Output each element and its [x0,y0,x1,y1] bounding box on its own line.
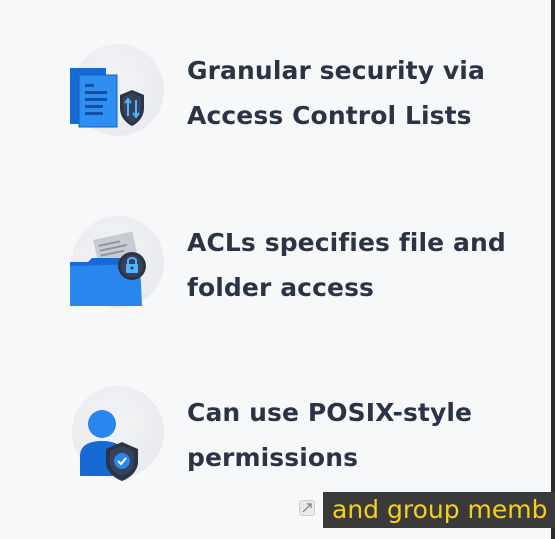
window-edge [551,0,555,539]
document-shield-icon [68,44,164,140]
caption-bar: and group memb [323,492,555,528]
expand-icon [302,503,312,513]
expand-button[interactable] [299,500,315,516]
caption-text: and group memb [332,495,548,524]
feature-row-posix-permissions: Can use POSIX-style permissions [68,386,538,482]
slide: Granular security via Access Control Lis… [0,0,551,539]
feature-text: Granular security via Access Control Lis… [187,56,485,130]
feature-row-file-folder-access: ACLs specifies file and folder access [68,216,538,312]
feature-row-access-control-lists: Granular security via Access Control Lis… [68,44,538,140]
feature-text: ACLs specifies file and folder access [187,228,506,302]
feature-text: Can use POSIX-style permissions [187,398,473,472]
folder-lock-icon [68,216,164,312]
user-shield-icon [68,386,164,482]
